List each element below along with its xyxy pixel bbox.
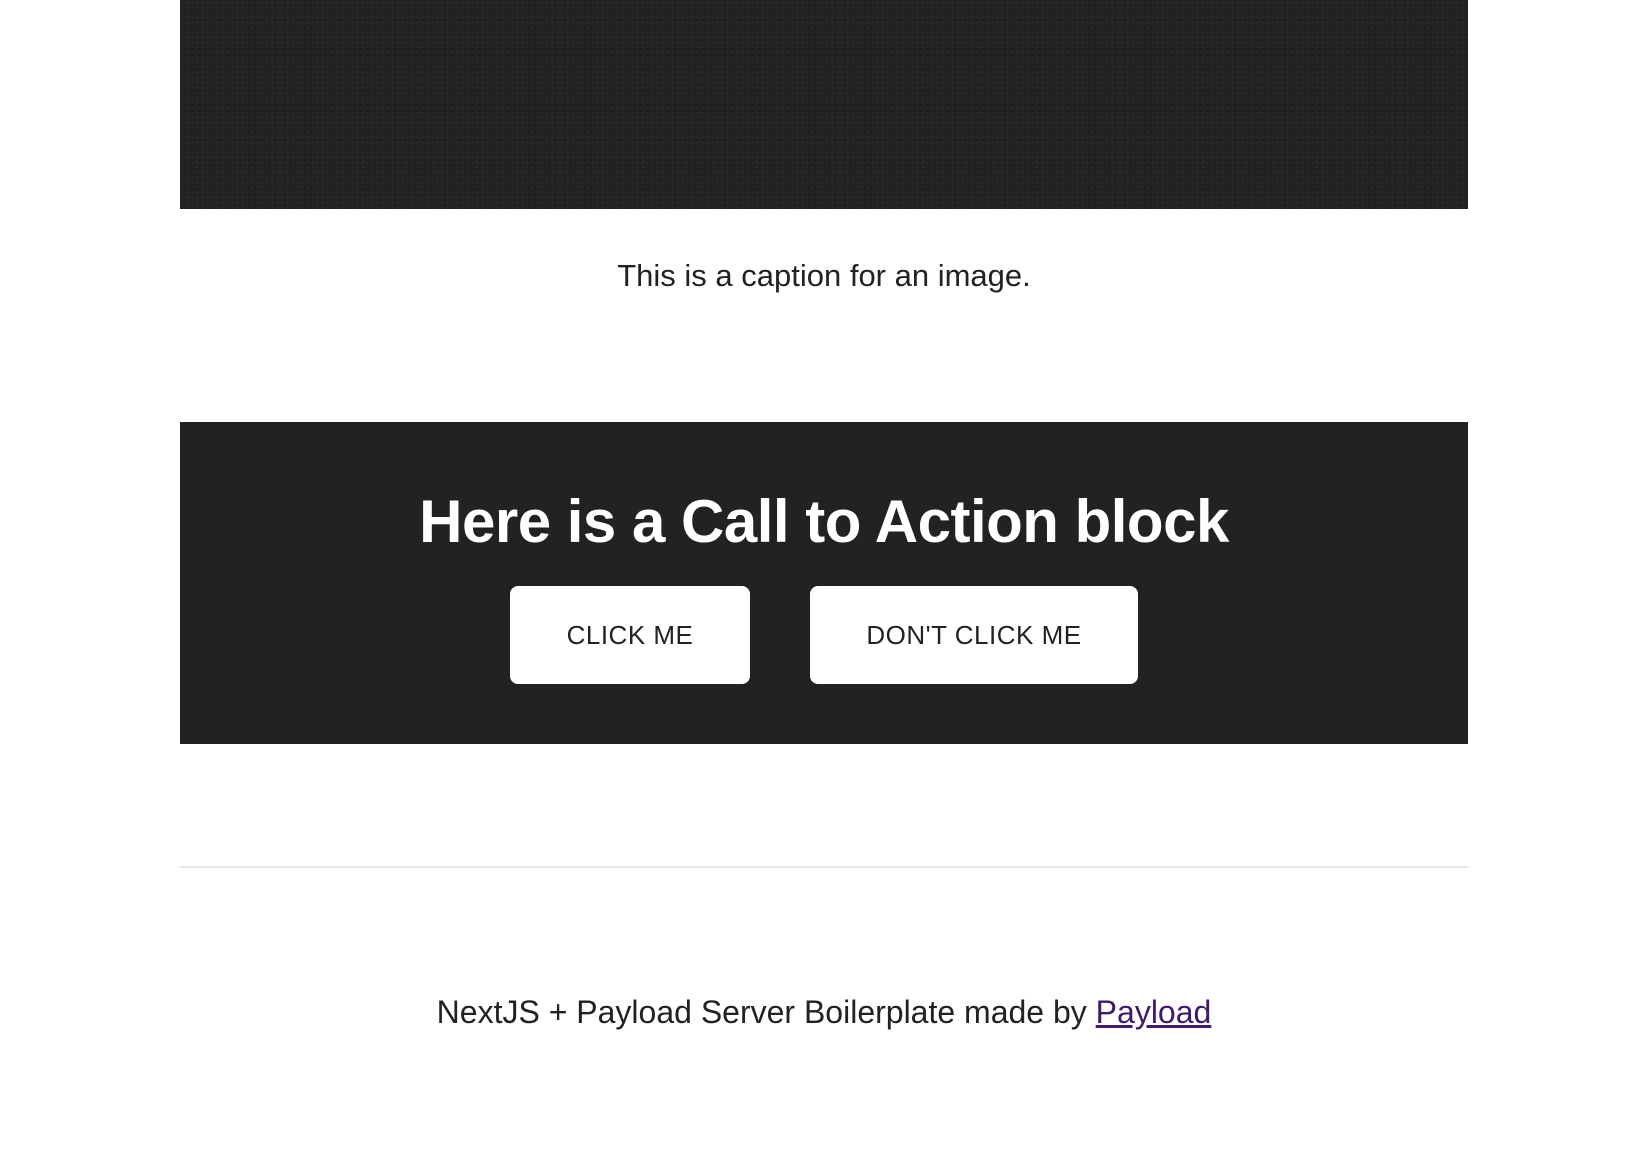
hero-image — [180, 0, 1468, 209]
call-to-action-block: Here is a Call to Action block CLICK ME … — [180, 422, 1468, 744]
footer-divider — [180, 866, 1468, 868]
image-caption: This is a caption for an image. — [617, 258, 1031, 293]
dont-click-me-button[interactable]: DON'T CLICK ME — [810, 586, 1138, 684]
footer: NextJS + Payload Server Boilerplate made… — [180, 992, 1468, 1032]
payload-link[interactable]: Payload — [1096, 994, 1212, 1030]
footer-text: NextJS + Payload Server Boilerplate made… — [436, 994, 1096, 1030]
cta-buttons: CLICK ME DON'T CLICK ME — [180, 586, 1468, 684]
click-me-button[interactable]: CLICK ME — [510, 586, 750, 684]
cta-heading: Here is a Call to Action block — [419, 488, 1229, 555]
page: This is a caption for an image. Here is … — [0, 0, 1640, 1150]
